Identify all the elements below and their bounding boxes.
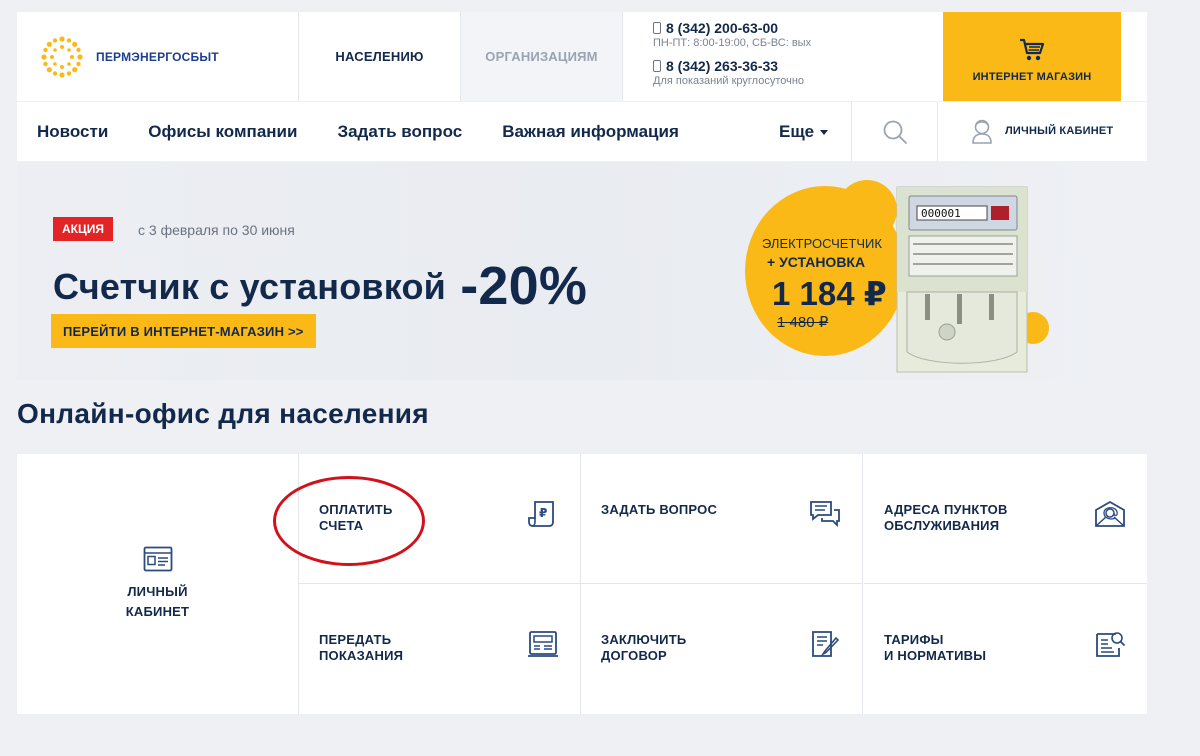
tile-tariffs[interactable]: ТАРИФЫ И НОРМАТИВЫ [864, 584, 1147, 714]
promo-banner[interactable]: АКЦИЯ с 3 февраля по 30 июня Счетчик с у… [17, 162, 1147, 380]
tile-personal-cabinet-line1: ЛИЧНЫЙ [127, 584, 188, 599]
tile-submit-readings[interactable]: ПЕРЕДАТЬ ПОКАЗАНИЯ [299, 584, 581, 714]
nav-news[interactable]: Новости [37, 122, 108, 142]
contract-icon [812, 631, 840, 657]
tile-tariffs-label: ТАРИФЫ И НОРМАТИВЫ [884, 632, 1044, 664]
id-card-icon [143, 546, 172, 572]
tile-tariffs-line1: ТАРИФЫ [884, 632, 944, 647]
tile-service-addresses-line1: АДРЕСА ПУНКТОВ [884, 502, 1008, 517]
chat-icon [810, 501, 840, 528]
search-icon [883, 120, 907, 144]
chevron-down-icon [820, 129, 829, 135]
phone-icon [653, 22, 661, 34]
brand-name: ПЕРМЭНЕРГОСБЫТ [96, 49, 219, 64]
tile-personal-cabinet-line2: КАБИНЕТ [125, 604, 190, 619]
promo-headline: Счетчик с установкой -20% [53, 250, 587, 316]
promo-line-2: + УСТАНОВКА [767, 254, 866, 270]
phone-1-hours: ПН-ПТ: 8:00-19:00, СБ-ВС: вых [653, 37, 812, 49]
meter-display: 000001 [921, 207, 961, 220]
tile-tariffs-line2: И НОРМАТИВЫ [884, 648, 987, 663]
personal-cabinet-link[interactable]: ЛИЧНЫЙ КАБИНЕТ [971, 118, 1113, 144]
nav-offices[interactable]: Офисы компании [148, 122, 297, 142]
tile-personal-cabinet[interactable]: ЛИЧНЫЙ КАБИНЕТ [17, 454, 299, 714]
tab-organizations[interactable]: ОРГАНИЗАЦИЯМ [461, 12, 623, 101]
tile-sign-contract-line2: ДОГОВОР [601, 648, 667, 663]
tile-ask-question-label: ЗАДАТЬ ВОПРОС [601, 502, 761, 518]
annotation-highlight-circle [273, 476, 425, 566]
phone-2[interactable]: 8 (342) 263-36-33 [653, 58, 943, 74]
tile-sign-contract-line1: ЗАКЛЮЧИТЬ [601, 632, 687, 647]
promo-discount: -20% [460, 256, 588, 316]
payment-receipt-icon: ₽ [528, 501, 554, 527]
phone-1[interactable]: 8 (342) 200-63-00 [653, 20, 943, 36]
tile-ask-question[interactable]: ЗАДАТЬ ВОПРОС [581, 454, 863, 584]
online-office-grid: ЛИЧНЫЙ КАБИНЕТ ОПЛАТИТЬ СЧЕТА ₽ ЗАДАТЬ В… [17, 454, 1147, 714]
svg-text:₽: ₽ [539, 506, 547, 520]
tariffs-icon [1096, 632, 1125, 657]
tab-population[interactable]: НАСЕЛЕНИЮ [299, 12, 461, 101]
shopping-cart-icon [1020, 38, 1045, 60]
phones-block: 8 (342) 200-63-00 ПН-ПТ: 8:00-19:00, СБ-… [623, 12, 943, 101]
user-avatar-icon [972, 119, 992, 144]
search-button[interactable] [851, 102, 938, 161]
tile-service-addresses[interactable]: АДРЕСА ПУНКТОВ ОБСЛУЖИВАНИЯ [864, 454, 1147, 584]
phone-2-number: 8 (342) 263-36-33 [666, 58, 779, 74]
section-title: Онлайн-офис для населения [17, 398, 429, 429]
tile-sign-contract-label: ЗАКЛЮЧИТЬ ДОГОВОР [601, 632, 761, 664]
top-header: ПЕРМЭНЕРГОСБЫТ НАСЕЛЕНИЮ ОРГАНИЗАЦИЯМ 8 … [17, 12, 1147, 101]
phone-1-number: 8 (342) 200-63-00 [666, 20, 779, 36]
tile-ask-question-line1: ЗАДАТЬ ВОПРОС [601, 502, 718, 517]
sun-logo-icon [41, 35, 83, 78]
tile-service-addresses-label: АДРЕСА ПУНКТОВ ОБСЛУЖИВАНИЯ [884, 502, 1044, 534]
nav-more-dropdown[interactable]: Еще [779, 122, 829, 142]
promo-badge: АКЦИЯ [53, 217, 114, 241]
main-nav: Новости Офисы компании Задать вопрос Важ… [17, 102, 1147, 161]
internet-shop-button[interactable]: ИНТЕРНЕТ МАГАЗИН [943, 12, 1121, 101]
nav-important-info[interactable]: Важная информация [502, 122, 679, 142]
tile-personal-cabinet-label: ЛИЧНЫЙ КАБИНЕТ [113, 582, 203, 622]
promo-price: 1 184 ₽ [772, 275, 887, 312]
nav-ask-question[interactable]: Задать вопрос [337, 122, 462, 142]
go-to-shop-button[interactable]: ПЕРЕЙТИ В ИНТЕРНЕТ-МАГАЗИН >> [51, 314, 316, 348]
promo-dates: с 3 февраля по 30 июня [138, 222, 295, 238]
phone-2-note: Для показаний круглосуточно [653, 75, 805, 87]
mail-at-icon [1095, 500, 1125, 527]
tile-sign-contract[interactable]: ЗАКЛЮЧИТЬ ДОГОВОР [581, 584, 863, 714]
promo-old-price: 1 480 ₽ [777, 314, 829, 331]
tile-submit-readings-line1: ПЕРЕДАТЬ [319, 632, 392, 647]
logo[interactable]: ПЕРМЭНЕРГОСБЫТ [17, 12, 299, 101]
promo-headline-text: Счетчик с установкой [53, 266, 447, 307]
tile-submit-readings-line2: ПОКАЗАНИЯ [319, 648, 404, 663]
cabinet-label: ЛИЧНЫЙ КАБИНЕТ [1005, 125, 1114, 137]
nav-more-label: Еще [779, 122, 815, 141]
meter-readings-icon [528, 631, 558, 657]
electricity-meter-image: 000001 [896, 186, 1028, 373]
tile-service-addresses-line2: ОБСЛУЖИВАНИЯ [884, 518, 1000, 533]
phone-icon [653, 60, 661, 72]
promo-line-1: ЭЛЕКТРОСЧЕТЧИК [762, 236, 882, 251]
shop-label: ИНТЕРНЕТ МАГАЗИН [972, 70, 1092, 83]
tile-submit-readings-label: ПЕРЕДАТЬ ПОКАЗАНИЯ [319, 632, 479, 664]
